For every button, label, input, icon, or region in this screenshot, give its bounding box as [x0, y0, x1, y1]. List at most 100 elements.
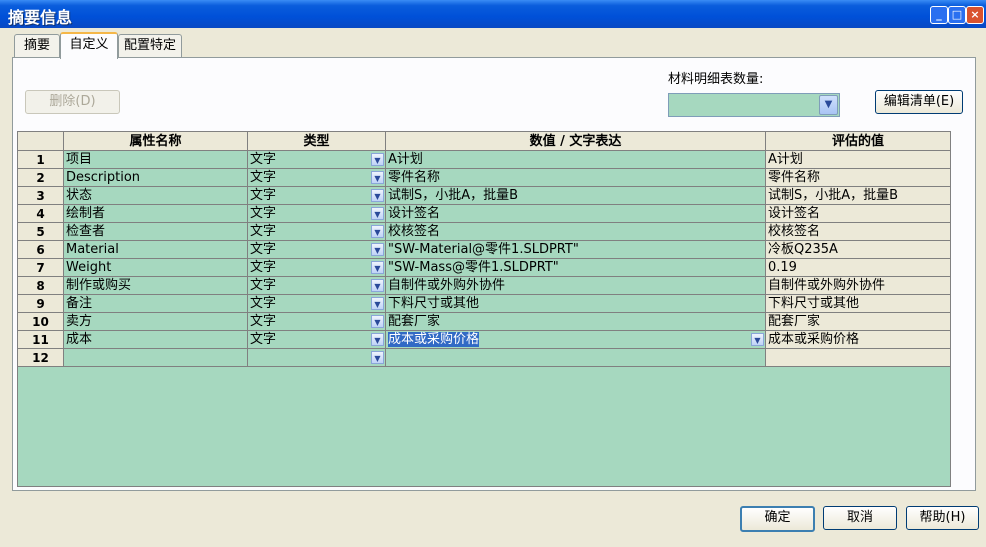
- dropdown-arrow-icon[interactable]: ▼: [819, 95, 838, 115]
- tab-config-specific[interactable]: 配置特定: [118, 34, 182, 57]
- row-header[interactable]: 10: [18, 313, 64, 331]
- row-header[interactable]: 7: [18, 259, 64, 277]
- maximize-icon[interactable]: □: [948, 6, 966, 24]
- row-header[interactable]: 4: [18, 205, 64, 223]
- dropdown-arrow-icon[interactable]: ▼: [371, 333, 384, 346]
- cell-value[interactable]: 设计签名: [386, 205, 766, 223]
- row-header[interactable]: 5: [18, 223, 64, 241]
- cell-property-name[interactable]: 状态: [64, 187, 248, 205]
- cell-value[interactable]: 下料尺寸或其他: [386, 295, 766, 313]
- cell-property-name[interactable]: 制作或购买: [64, 277, 248, 295]
- cell-value[interactable]: 配套厂家: [386, 313, 766, 331]
- bom-quantity-select[interactable]: ▼: [668, 93, 840, 117]
- row-header[interactable]: 12: [18, 349, 64, 367]
- row-header[interactable]: 2: [18, 169, 64, 187]
- cell-property-name[interactable]: 检查者: [64, 223, 248, 241]
- cell-type[interactable]: 文字: [248, 205, 386, 223]
- row-header[interactable]: 8: [18, 277, 64, 295]
- cell-evaluated: 设计签名: [766, 205, 950, 223]
- cell-value[interactable]: 自制件或外购外协件: [386, 277, 766, 295]
- cell-value[interactable]: "SW-Material@零件1.SLDPRT": [386, 241, 766, 259]
- cell-type[interactable]: [248, 349, 386, 367]
- column-header-type[interactable]: 类型: [248, 132, 386, 151]
- row-header[interactable]: 9: [18, 295, 64, 313]
- cell-type-text: 文字: [250, 170, 277, 185]
- cell-property-name-text: 卖方: [66, 314, 93, 329]
- cell-type[interactable]: 文字: [248, 241, 386, 259]
- close-icon[interactable]: ×: [966, 6, 984, 24]
- cell-property-name[interactable]: Weight: [64, 259, 248, 277]
- properties-grid[interactable]: 属性名称 类型 数值 / 文字表达 评估的值 1 项目 文字 ▼ A计划 A计划 2 Desc…: [17, 131, 951, 487]
- cell-value-text: "SW-Material@零件1.SLDPRT": [388, 242, 579, 257]
- cell-type[interactable]: 文字: [248, 187, 386, 205]
- dropdown-arrow-icon[interactable]: ▼: [371, 207, 384, 220]
- title-bar[interactable]: 摘要信息 _ □ ×: [0, 0, 986, 28]
- cell-type[interactable]: 文字: [248, 259, 386, 277]
- dropdown-arrow-icon[interactable]: ▼: [371, 315, 384, 328]
- cell-property-name[interactable]: 成本: [64, 331, 248, 349]
- cell-value[interactable]: 零件名称: [386, 169, 766, 187]
- cell-property-name[interactable]: 备注: [64, 295, 248, 313]
- cell-type[interactable]: 文字: [248, 331, 386, 349]
- cell-property-name[interactable]: 卖方: [64, 313, 248, 331]
- cell-type[interactable]: 文字: [248, 313, 386, 331]
- cell-type-text: 文字: [250, 260, 277, 275]
- cell-type[interactable]: 文字: [248, 295, 386, 313]
- cell-value-text: "SW-Mass@零件1.SLDPRT": [388, 260, 559, 275]
- cell-value[interactable]: [386, 349, 766, 367]
- column-header-value[interactable]: 数值 / 文字表达: [386, 132, 766, 151]
- dropdown-arrow-icon[interactable]: ▼: [371, 153, 384, 166]
- cell-type[interactable]: 文字: [248, 277, 386, 295]
- row-header[interactable]: 11: [18, 331, 64, 349]
- cell-property-name-text: Weight: [66, 260, 112, 275]
- row-header[interactable]: 1: [18, 151, 64, 169]
- cell-property-name-text: 备注: [66, 296, 93, 311]
- cell-evaluated: 零件名称: [766, 169, 950, 187]
- cell-value-text: 设计签名: [388, 206, 441, 221]
- column-header-property-name[interactable]: 属性名称: [64, 132, 248, 151]
- cell-property-name[interactable]: Description: [64, 169, 248, 187]
- cell-type[interactable]: 文字: [248, 151, 386, 169]
- cell-evaluated-text: 设计签名: [768, 206, 821, 221]
- dropdown-arrow-icon[interactable]: ▼: [371, 171, 384, 184]
- dropdown-arrow-icon[interactable]: ▼: [751, 333, 764, 346]
- cell-evaluated-text: A计划: [768, 152, 803, 167]
- dropdown-arrow-icon[interactable]: ▼: [371, 225, 384, 238]
- minimize-icon[interactable]: _: [930, 6, 948, 24]
- cell-type[interactable]: 文字: [248, 223, 386, 241]
- dropdown-arrow-icon[interactable]: ▼: [371, 189, 384, 202]
- tab-custom[interactable]: 自定义: [60, 32, 118, 59]
- cell-property-name-text: 项目: [66, 152, 93, 167]
- cell-value[interactable]: "SW-Mass@零件1.SLDPRT": [386, 259, 766, 277]
- cell-property-name[interactable]: 项目: [64, 151, 248, 169]
- cell-type-text: 文字: [250, 224, 277, 239]
- dropdown-arrow-icon[interactable]: ▼: [371, 351, 384, 364]
- cell-value[interactable]: 成本或采购价格: [386, 331, 766, 349]
- row-header[interactable]: 6: [18, 241, 64, 259]
- edit-list-button[interactable]: 编辑清单(E): [875, 90, 963, 114]
- dropdown-arrow-icon[interactable]: ▼: [371, 243, 384, 256]
- ok-button[interactable]: 确定: [740, 506, 815, 532]
- cell-property-name[interactable]: Material: [64, 241, 248, 259]
- cell-type-text: 文字: [250, 242, 277, 257]
- help-button[interactable]: 帮助(H): [906, 506, 979, 530]
- cancel-button[interactable]: 取消: [823, 506, 897, 530]
- cell-evaluated: 成本或采购价格: [766, 331, 950, 349]
- row-header[interactable]: 3: [18, 187, 64, 205]
- dropdown-arrow-icon[interactable]: ▼: [371, 279, 384, 292]
- cell-value-text: 自制件或外购外协件: [388, 278, 506, 293]
- dropdown-arrow-icon[interactable]: ▼: [371, 261, 384, 274]
- cell-property-name[interactable]: [64, 349, 248, 367]
- cell-evaluated: [766, 349, 950, 367]
- dropdown-arrow-icon[interactable]: ▼: [371, 297, 384, 310]
- column-header-evaluated[interactable]: 评估的值: [766, 132, 950, 151]
- cell-value[interactable]: A计划: [386, 151, 766, 169]
- delete-button[interactable]: 删除(D): [25, 90, 120, 114]
- cell-evaluated: 自制件或外购外协件: [766, 277, 950, 295]
- tab-summary[interactable]: 摘要: [14, 34, 60, 57]
- cell-value[interactable]: 试制S，小批A，批量B: [386, 187, 766, 205]
- cell-property-name[interactable]: 绘制者: [64, 205, 248, 223]
- cell-value[interactable]: 校核签名: [386, 223, 766, 241]
- cell-type[interactable]: 文字: [248, 169, 386, 187]
- cell-evaluated: 校核签名: [766, 223, 950, 241]
